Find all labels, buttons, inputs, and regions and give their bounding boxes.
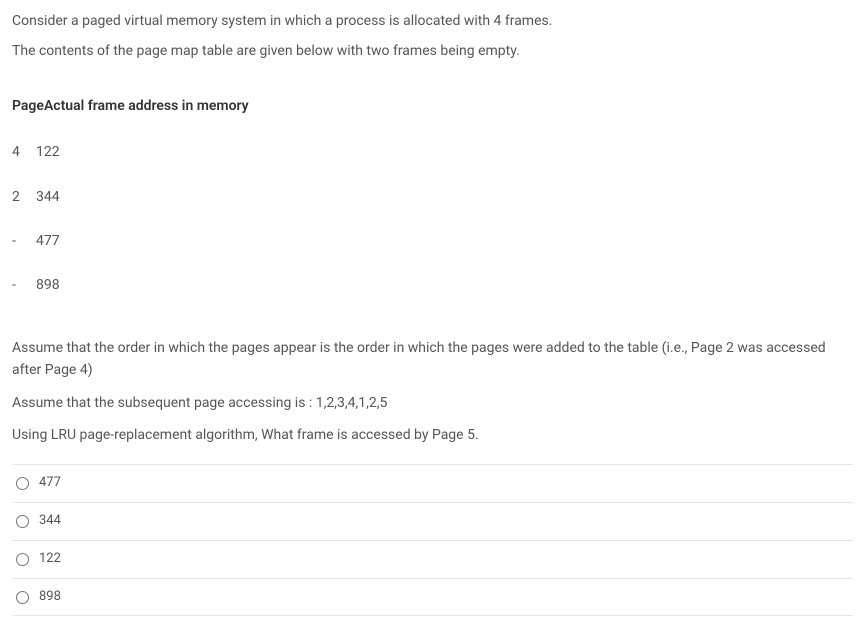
frame-cell: 344 <box>36 186 60 208</box>
table-row: - 898 <box>12 270 853 300</box>
page-table-header: PageActual frame address in memory <box>12 95 853 117</box>
option-radio-344[interactable] <box>16 515 29 528</box>
question-line-1: Consider a paged virtual memory system i… <box>12 10 853 32</box>
option-row-898[interactable]: 898 <box>12 579 853 617</box>
question-line-2: The contents of the page map table are g… <box>12 40 853 62</box>
option-label: 122 <box>39 549 61 570</box>
table-header-frame: Actual frame address in memory <box>44 98 249 114</box>
table-row: 4 122 <box>12 137 853 167</box>
option-radio-122[interactable] <box>16 553 29 566</box>
page-table: 4 122 2 344 - 477 - 898 <box>12 137 853 301</box>
frame-cell: 122 <box>36 141 60 163</box>
frame-cell: 477 <box>36 230 60 252</box>
table-header-page: Page <box>12 98 44 114</box>
page-cell: - <box>12 230 36 252</box>
option-radio-898[interactable] <box>16 591 29 604</box>
option-label: 344 <box>39 511 61 532</box>
answer-options: 477 344 122 898 <box>12 464 853 616</box>
frame-cell: 898 <box>36 274 60 296</box>
assumption-line-3: Using LRU page-replacement algorithm, Wh… <box>12 424 853 446</box>
question-prompt: Consider a paged virtual memory system i… <box>12 10 853 63</box>
page-cell: 2 <box>12 186 36 208</box>
assumption-line-2: Assume that the subsequent page accessin… <box>12 392 853 414</box>
table-row: - 477 <box>12 226 853 256</box>
option-row-344[interactable]: 344 <box>12 503 853 541</box>
page-cell: 4 <box>12 141 36 163</box>
table-row: 2 344 <box>12 182 853 212</box>
assumption-section: Assume that the order in which the pages… <box>12 337 853 447</box>
page-cell: - <box>12 274 36 296</box>
option-row-477[interactable]: 477 <box>12 464 853 503</box>
option-row-122[interactable]: 122 <box>12 541 853 579</box>
option-radio-477[interactable] <box>16 477 29 490</box>
option-label: 898 <box>39 587 61 608</box>
assumption-line-1: Assume that the order in which the pages… <box>12 337 853 382</box>
option-label: 477 <box>39 473 61 494</box>
